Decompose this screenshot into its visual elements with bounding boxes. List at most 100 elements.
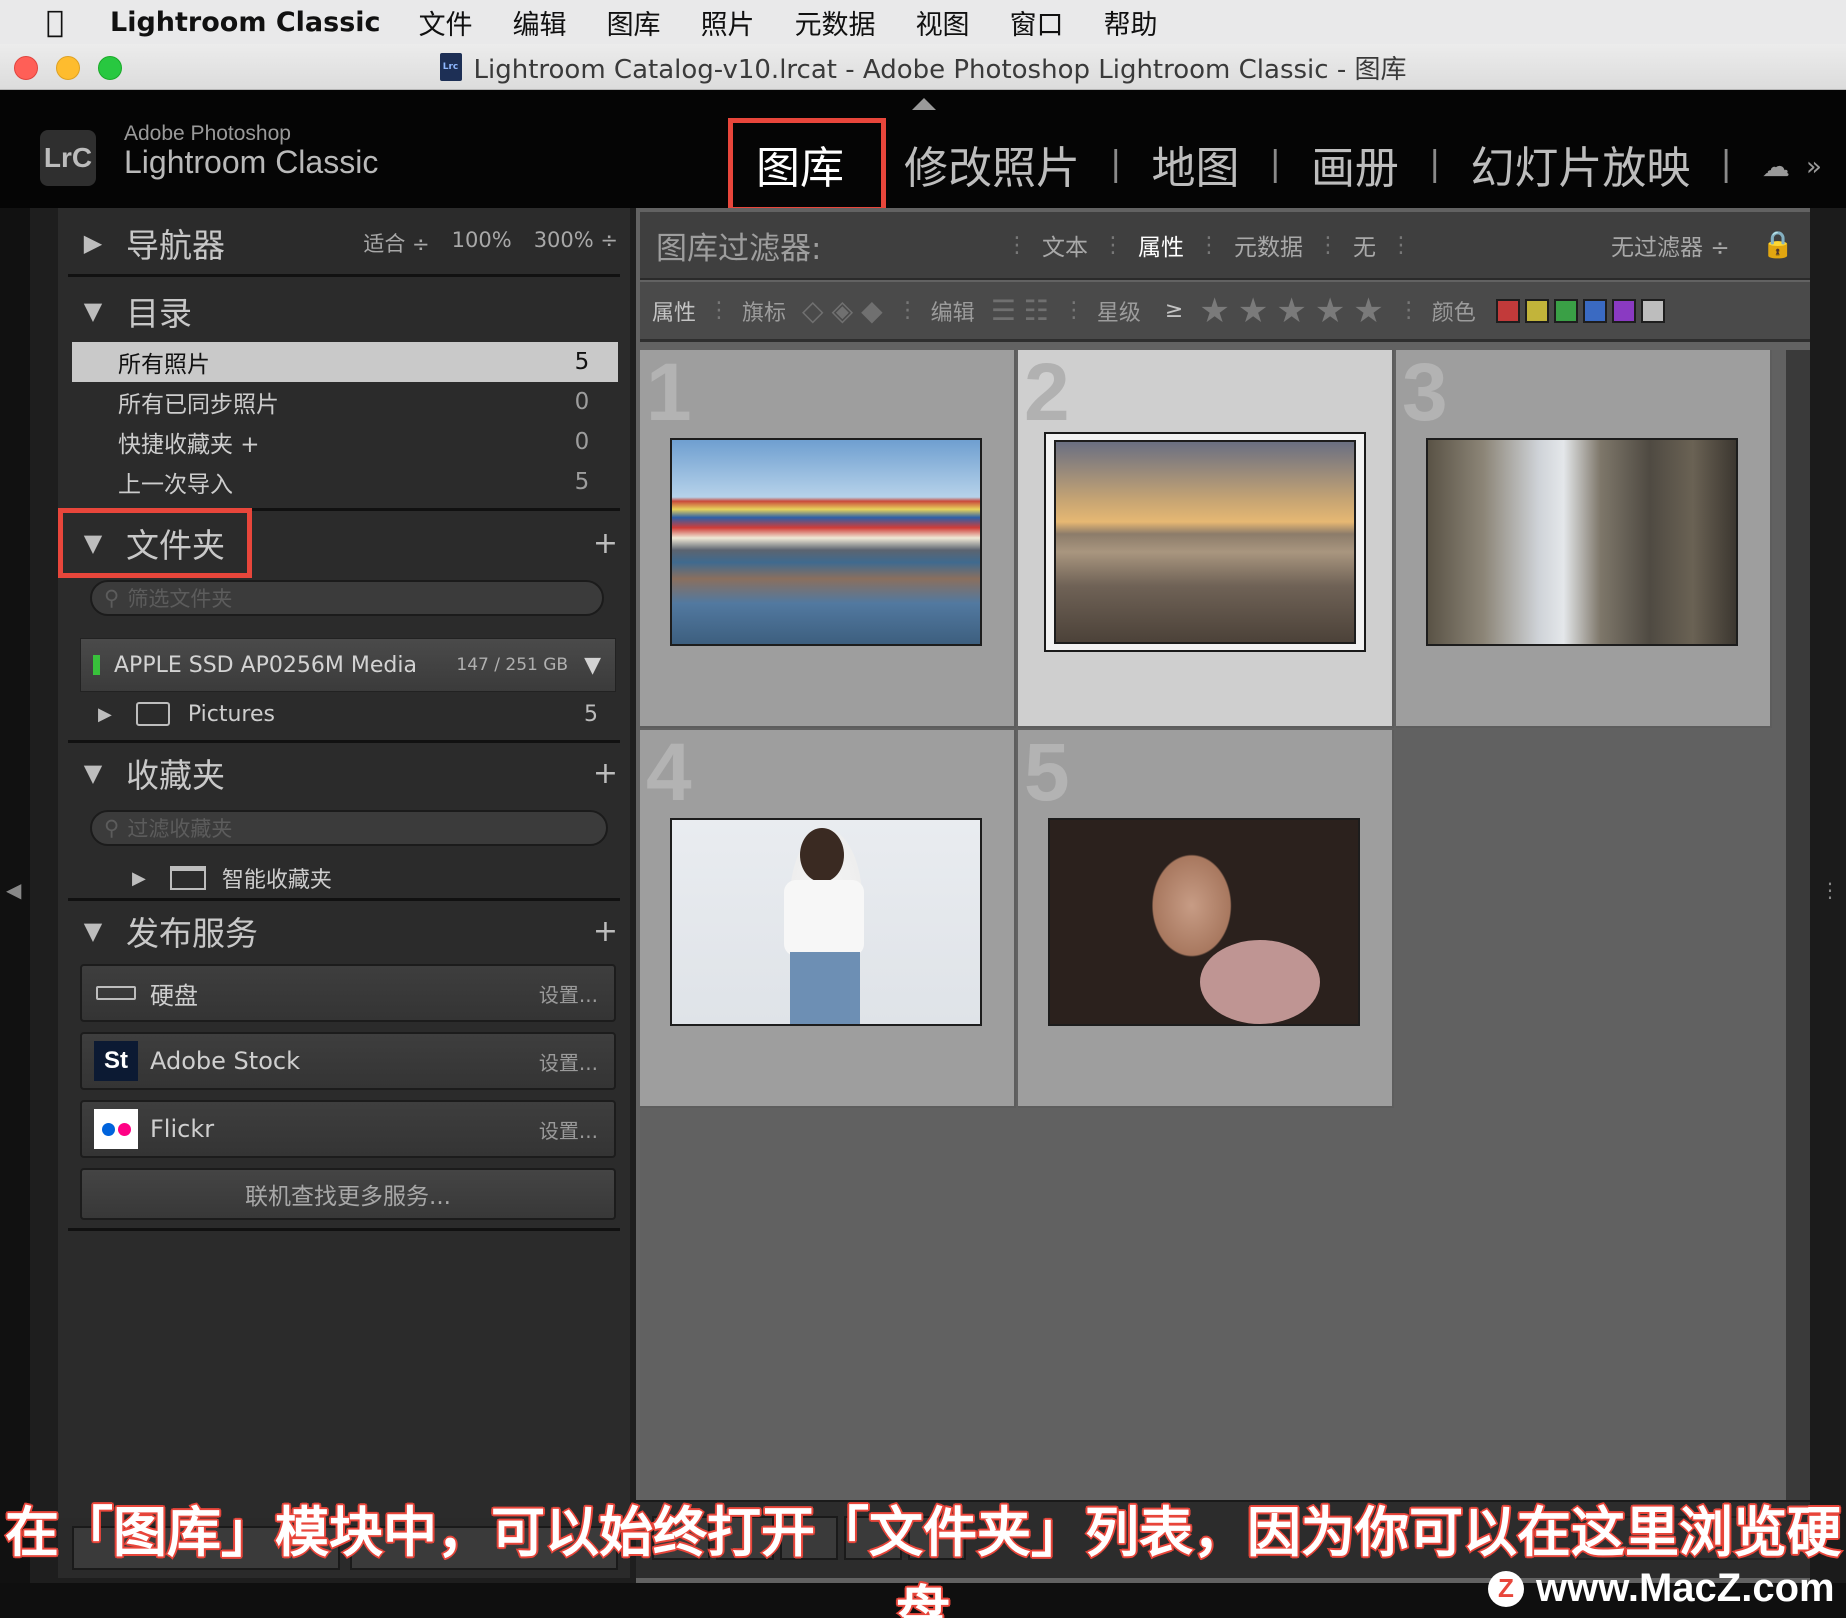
zoom-fit[interactable]: 适合 ÷ bbox=[363, 228, 429, 258]
catalog-item-all-photos[interactable]: 所有照片 5 bbox=[72, 342, 618, 382]
zoom-100[interactable]: 100% bbox=[452, 228, 512, 258]
collections-header[interactable]: ▼ 收藏夹 + bbox=[58, 742, 630, 804]
double-chevron-right-icon[interactable]: » bbox=[1806, 152, 1822, 182]
color-swatch-4[interactable] bbox=[1582, 298, 1607, 323]
window-titlebar: Lrc Lightroom Catalog-v10.lrcat - Adobe … bbox=[0, 44, 1846, 90]
menu-metadata[interactable]: 元数据 bbox=[795, 3, 876, 42]
cell-index: 1 bbox=[646, 347, 692, 438]
module-separator: | bbox=[1428, 144, 1441, 184]
collapse-triangle-icon[interactable]: ▼ bbox=[72, 759, 114, 787]
macz-logo-icon: Z bbox=[1488, 1570, 1524, 1607]
add-folder-plus-icon[interactable]: + bbox=[593, 526, 618, 561]
edited-icon[interactable]: ☰ bbox=[987, 294, 1020, 327]
photo-thumbnail-harbor[interactable] bbox=[670, 438, 982, 646]
adobe-stock-settings-link[interactable]: 设置... bbox=[539, 1047, 598, 1076]
star-icon[interactable]: ★ bbox=[1311, 291, 1349, 331]
color-swatch-6[interactable] bbox=[1640, 298, 1665, 323]
flag-picked-icon[interactable]: ◇ bbox=[798, 294, 828, 327]
collapse-header-arrow-icon[interactable] bbox=[912, 98, 936, 110]
filter-text[interactable]: 文本 bbox=[1028, 228, 1102, 262]
navigator-zoom-options: 适合 ÷ 100% 300% ÷ bbox=[363, 228, 618, 258]
rating-operator[interactable]: ≥ bbox=[1153, 298, 1195, 323]
menu-view[interactable]: 视图 bbox=[916, 3, 970, 42]
photo-thumbnail-woman-white[interactable] bbox=[670, 818, 982, 1026]
expand-triangle-icon[interactable]: ▶ bbox=[132, 868, 146, 889]
volume-header[interactable]: APPLE SSD AP0256M Media 147 / 251 GB ▼ bbox=[80, 638, 616, 692]
module-slideshow[interactable]: 幻灯片放映 bbox=[1440, 132, 1720, 196]
unedited-icon[interactable]: ☷ bbox=[1020, 294, 1053, 327]
menu-edit[interactable]: 编辑 bbox=[513, 3, 567, 42]
module-book[interactable]: 画册 bbox=[1281, 132, 1429, 196]
expand-triangle-icon[interactable]: ▶ bbox=[98, 704, 112, 725]
collection-item-smart-collections[interactable]: ▶ 智能收藏夹 bbox=[80, 856, 616, 900]
filter-metadata[interactable]: 元数据 bbox=[1220, 228, 1317, 262]
find-more-services-button[interactable]: 联机查找更多服务... bbox=[80, 1168, 616, 1220]
star-icon[interactable]: ★ bbox=[1195, 291, 1233, 331]
collapse-triangle-icon[interactable]: ▼ bbox=[72, 297, 114, 325]
menu-file[interactable]: 文件 bbox=[419, 3, 473, 42]
filter-attribute[interactable]: 属性 bbox=[1124, 228, 1198, 262]
add-collection-plus-icon[interactable]: + bbox=[593, 756, 618, 791]
color-label-swatches bbox=[1495, 298, 1670, 323]
photo-thumbnail-portrait[interactable] bbox=[1048, 818, 1360, 1026]
catalog-item-previous-import[interactable]: 上一次导入 5 bbox=[72, 462, 618, 502]
left-panel-edge[interactable]: ◀ bbox=[0, 208, 30, 1583]
expand-triangle-icon[interactable]: ▶ bbox=[72, 229, 114, 257]
section-divider bbox=[68, 274, 620, 277]
publish-adobe-stock[interactable]: St Adobe Stock 设置... bbox=[80, 1032, 616, 1090]
color-swatch-3[interactable] bbox=[1553, 298, 1578, 323]
collection-search-input[interactable]: ⚲ 过滤收藏夹 bbox=[90, 810, 608, 846]
flag-rejected-icon[interactable]: ◆ bbox=[857, 294, 887, 327]
hard-drive-settings-link[interactable]: 设置... bbox=[539, 979, 598, 1008]
grid-cell[interactable]: 4 bbox=[640, 727, 1016, 1108]
menu-photo[interactable]: 照片 bbox=[701, 3, 755, 42]
volume-collapse-triangle-icon[interactable]: ▼ bbox=[584, 653, 601, 678]
photo-thumbnail-beach[interactable] bbox=[1054, 440, 1356, 644]
catalog-header[interactable]: ▼ 目录 bbox=[58, 280, 630, 342]
navigator-header[interactable]: ▶ 导航器 适合 ÷ 100% 300% ÷ bbox=[58, 212, 630, 274]
folder-item-pictures[interactable]: ▶ Pictures 5 bbox=[80, 692, 616, 736]
catalog-item-quick-collection[interactable]: 快捷收藏夹 + 0 bbox=[72, 422, 618, 462]
grid-cell-selected[interactable]: 2 bbox=[1018, 347, 1394, 728]
zoom-300[interactable]: 300% ÷ bbox=[534, 228, 618, 258]
menu-library[interactable]: 图库 bbox=[607, 3, 661, 42]
publish-services-header[interactable]: ▼ 发布服务 + bbox=[58, 900, 630, 962]
catalog-item-synced-photos[interactable]: 所有已同步照片 0 bbox=[72, 382, 618, 422]
cloud-sync-icon[interactable]: ☁ bbox=[1762, 150, 1790, 183]
photo-thumbnail-street[interactable] bbox=[1426, 438, 1738, 646]
grid-scrollbar[interactable] bbox=[1786, 350, 1810, 1500]
grid-cell[interactable]: 5 bbox=[1018, 727, 1394, 1108]
star-icon[interactable]: ★ bbox=[1272, 291, 1310, 331]
apple-menu-icon[interactable]:  bbox=[0, 5, 110, 40]
color-swatch-2[interactable] bbox=[1524, 298, 1549, 323]
lock-icon[interactable]: 🔒 bbox=[1762, 230, 1794, 260]
right-panel-edge[interactable]: ⋮ bbox=[1810, 208, 1846, 1583]
grid-cell[interactable]: 3 bbox=[1396, 347, 1772, 728]
module-map[interactable]: 地图 bbox=[1121, 132, 1269, 196]
module-develop[interactable]: 修改照片 bbox=[874, 132, 1110, 196]
hard-drive-icon bbox=[94, 973, 138, 1013]
publish-hard-drive[interactable]: 硬盘 设置... bbox=[80, 964, 616, 1022]
filter-none[interactable]: 无 bbox=[1339, 228, 1390, 262]
star-icon[interactable]: ★ bbox=[1349, 291, 1387, 331]
color-swatch-5[interactable] bbox=[1611, 298, 1636, 323]
app-menu[interactable]: Lightroom Classic bbox=[110, 7, 381, 38]
flickr-settings-link[interactable]: 设置... bbox=[539, 1115, 598, 1144]
module-separator: | bbox=[1720, 144, 1732, 184]
flag-unflagged-icon[interactable]: ◈ bbox=[828, 294, 858, 327]
add-publish-service-plus-icon[interactable]: + bbox=[593, 914, 618, 949]
color-label: 颜色 bbox=[1431, 300, 1476, 326]
menu-window[interactable]: 窗口 bbox=[1010, 3, 1064, 42]
filter-preset-select[interactable]: 无过滤器 ÷ bbox=[1611, 228, 1730, 262]
star-icon[interactable]: ★ bbox=[1234, 291, 1272, 331]
attribute-filter-bar: 属性 ⋮ 旗标 ◇ ◈ ◆ ⋮ 编辑 ☰ ☷ ⋮ 星级 ≥ ★ ★ ★ ★ ★ … bbox=[640, 282, 1810, 342]
menu-help[interactable]: 帮助 bbox=[1104, 3, 1158, 42]
color-swatch-1[interactable] bbox=[1495, 298, 1520, 323]
collapse-triangle-icon[interactable]: ▼ bbox=[72, 917, 114, 945]
right-panel-toggle-icon[interactable]: ⋮ bbox=[1820, 878, 1840, 902]
left-panel-toggle-icon[interactable]: ◀ bbox=[6, 878, 21, 902]
grid-cell[interactable]: 1 bbox=[640, 347, 1016, 728]
brand-lightroom-classic: Lightroom Classic bbox=[124, 144, 379, 180]
publish-flickr[interactable]: Flickr 设置... bbox=[80, 1100, 616, 1158]
folder-search-input[interactable]: ⚲ 筛选文件夹 bbox=[90, 580, 604, 616]
